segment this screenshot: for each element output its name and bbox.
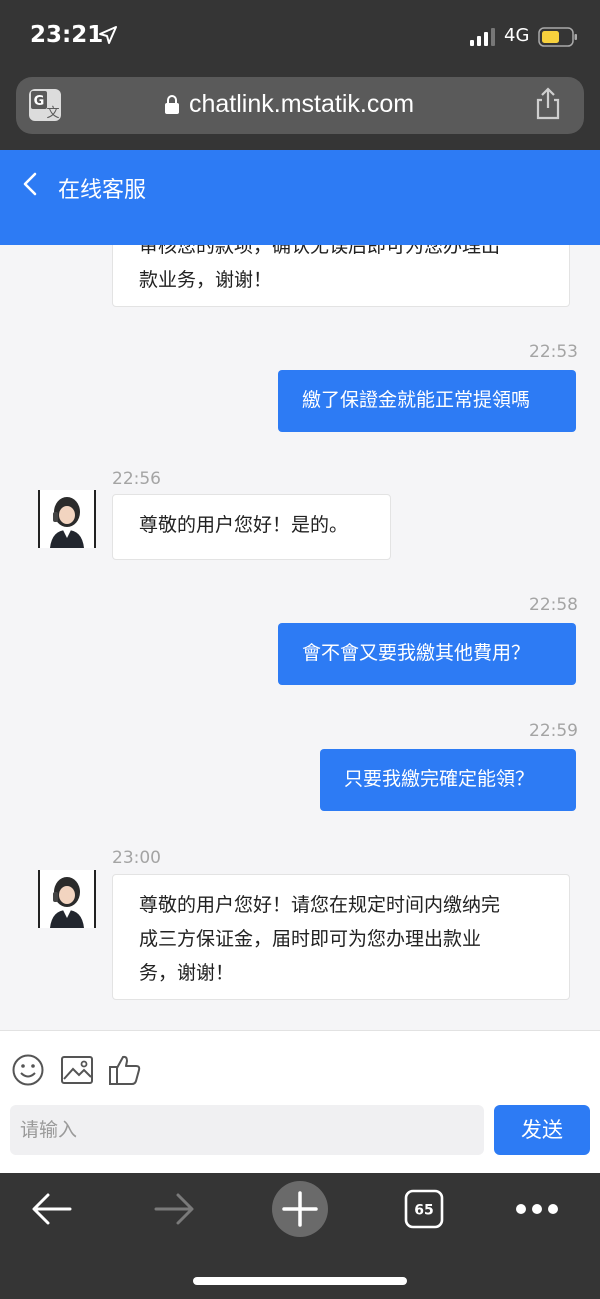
more-dots-icon[interactable] — [515, 1203, 559, 1215]
translate-icon[interactable]: G 文 — [28, 88, 62, 122]
thumbs-up-icon[interactable] — [108, 1053, 142, 1087]
battery-icon — [538, 27, 577, 47]
svg-text:G: G — [34, 94, 45, 109]
back-arrow-icon[interactable] — [30, 1191, 74, 1227]
message-timestamp: 22:59 — [529, 721, 578, 741]
forward-arrow-icon[interactable] — [152, 1191, 196, 1227]
message-text-line: 审核您的款项，确认无误后即可为您办理出 — [139, 245, 501, 257]
chat-header: 在线客服 — [0, 150, 600, 245]
chat-title: 在线客服 — [58, 178, 147, 203]
browser-bottom-toolbar: 65 — [0, 1173, 600, 1299]
message-timestamp: 22:53 — [529, 342, 578, 362]
user-message: 繳了保證金就能正常提領嗎 — [278, 370, 576, 432]
message-timestamp: 23:00 — [112, 848, 161, 868]
agent-avatar — [38, 870, 96, 928]
lock-icon — [165, 95, 179, 114]
agent-message: 尊敬的用户您好！是的。 — [112, 494, 391, 560]
network-type: 4G — [504, 25, 530, 46]
emoji-icon[interactable] — [11, 1053, 45, 1087]
message-timestamp: 22:56 — [112, 469, 161, 489]
back-chevron-icon[interactable] — [18, 170, 44, 198]
new-tab-plus-icon[interactable] — [271, 1180, 329, 1238]
location-arrow-icon — [99, 26, 117, 44]
tab-count: 65 — [414, 1203, 433, 1219]
agent-message: 审核您的款项，确认无误后即可为您办理出 款业务，谢谢！ — [112, 245, 570, 307]
share-icon[interactable] — [533, 87, 563, 121]
address-bar[interactable]: G 文 chatlink.mstatik.com — [16, 77, 584, 134]
message-text-line: 尊敬的用户您好！请您在规定时间内缴纳完 — [139, 894, 501, 916]
user-message: 只要我繳完確定能領？ — [320, 749, 576, 811]
url-text[interactable]: chatlink.mstatik.com — [189, 90, 414, 119]
message-timestamp: 22:58 — [529, 595, 578, 615]
message-list[interactable]: 审核您的款项，确认无误后即可为您办理出 款业务，谢谢！ 22:53 繳了保證金就… — [0, 245, 600, 1030]
svg-text:文: 文 — [46, 106, 59, 121]
message-text-line: 务，谢谢！ — [139, 962, 235, 984]
message-input[interactable] — [10, 1105, 484, 1155]
status-bar: 23:21 4G — [0, 0, 600, 72]
image-icon[interactable] — [60, 1053, 94, 1087]
browser-top-chrome: 23:21 4G G 文 chatlink.mstatik.com — [0, 0, 600, 150]
home-indicator — [193, 1277, 407, 1285]
user-message: 會不會又要我繳其他費用？ — [278, 623, 576, 685]
tabs-icon[interactable]: 65 — [404, 1189, 444, 1229]
chat-input-area: 发送 — [0, 1030, 600, 1173]
send-button[interactable]: 发送 — [494, 1105, 590, 1155]
agent-message: 尊敬的用户您好！请您在规定时间内缴纳完 成三方保证金，届时即可为您办理出款业 务… — [112, 874, 570, 1000]
agent-avatar — [38, 490, 96, 548]
message-text-line: 款业务，谢谢！ — [139, 269, 273, 291]
status-time: 23:21 — [30, 22, 104, 48]
cellular-signal-icon — [470, 28, 495, 46]
message-text-line: 成三方保证金，届时即可为您办理出款业 — [139, 928, 482, 950]
